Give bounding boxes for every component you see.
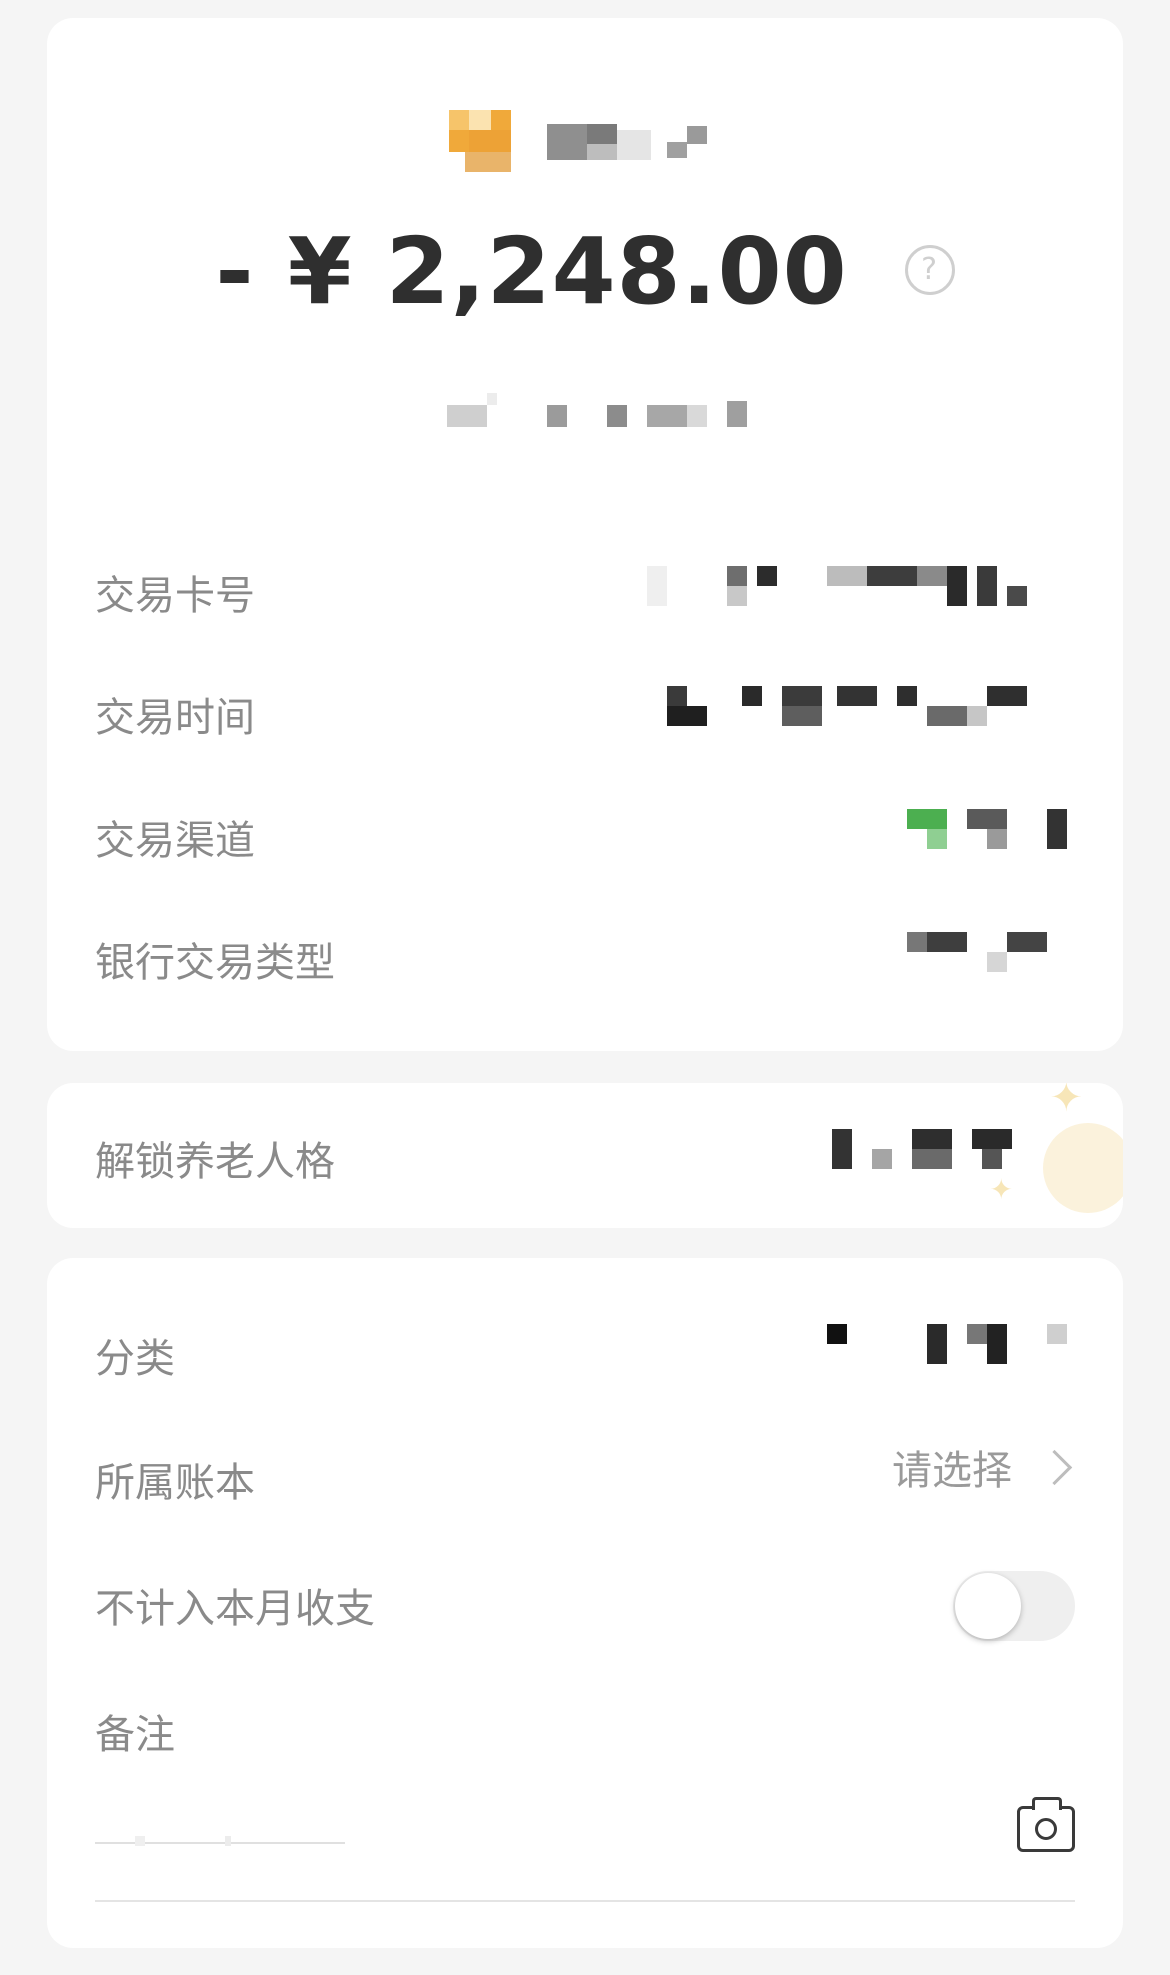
coin-sparkle-icon: [1043, 1123, 1123, 1213]
row-label-bank-transaction-type: 银行交易类型: [95, 940, 335, 986]
row-label-card-number: 交易卡号: [95, 573, 255, 619]
promo-value-redacted: [832, 1129, 1032, 1173]
category-value-redacted[interactable]: [827, 1324, 1067, 1368]
merchant-name-redacted: [547, 110, 717, 172]
row-label-transaction-time: 交易时间: [95, 695, 255, 741]
note-divider: [95, 1900, 1075, 1902]
promo-label: 解锁养老人格: [95, 1139, 335, 1185]
transaction-detail-card: - ¥ 2,248.00 ? 交易卡号 交易时间 交易渠道 银行交易类型: [47, 18, 1123, 1051]
merchant-logo: [449, 110, 511, 172]
ledger-selector[interactable]: 请选择: [892, 1438, 1075, 1496]
camera-icon[interactable]: [1017, 1797, 1075, 1852]
amount-display: - ¥ 2,248.00 ?: [47, 218, 1123, 325]
camera-lens: [1035, 1818, 1057, 1840]
amount-value: - ¥ 2,248.00: [215, 218, 848, 325]
toggle-knob: [955, 1573, 1021, 1639]
exclude-monthly-toggle[interactable]: [953, 1571, 1075, 1641]
pension-persona-card[interactable]: 解锁养老人格 ✦ ✦: [47, 1083, 1123, 1228]
row-value-bank-transaction-type-redacted: [907, 932, 1067, 976]
category-label: 分类: [95, 1336, 175, 1382]
note-label: 备注: [95, 1712, 175, 1758]
row-label-transaction-channel: 交易渠道: [95, 818, 255, 864]
ledger-label: 所属账本: [95, 1460, 255, 1506]
row-value-transaction-channel-redacted: [907, 809, 1067, 853]
sparkle-icon: ✦: [989, 1173, 1013, 1206]
transaction-settings-card: 分类 所属账本 请选择 不计入本月收支 备注: [47, 1258, 1123, 1948]
note-input[interactable]: [95, 1836, 345, 1850]
chevron-right-icon: [1036, 1449, 1073, 1485]
row-value-transaction-time-redacted: [667, 686, 1067, 730]
question-circle-icon[interactable]: ?: [904, 244, 955, 295]
row-value-card-number-redacted: [647, 566, 1067, 610]
sparkle-icon: ✦: [1049, 1083, 1083, 1121]
exclude-monthly-label: 不计入本月收支: [95, 1586, 375, 1632]
ledger-selector-value: 请选择: [892, 1448, 1012, 1494]
transaction-subtitle-redacted: [447, 393, 747, 431]
